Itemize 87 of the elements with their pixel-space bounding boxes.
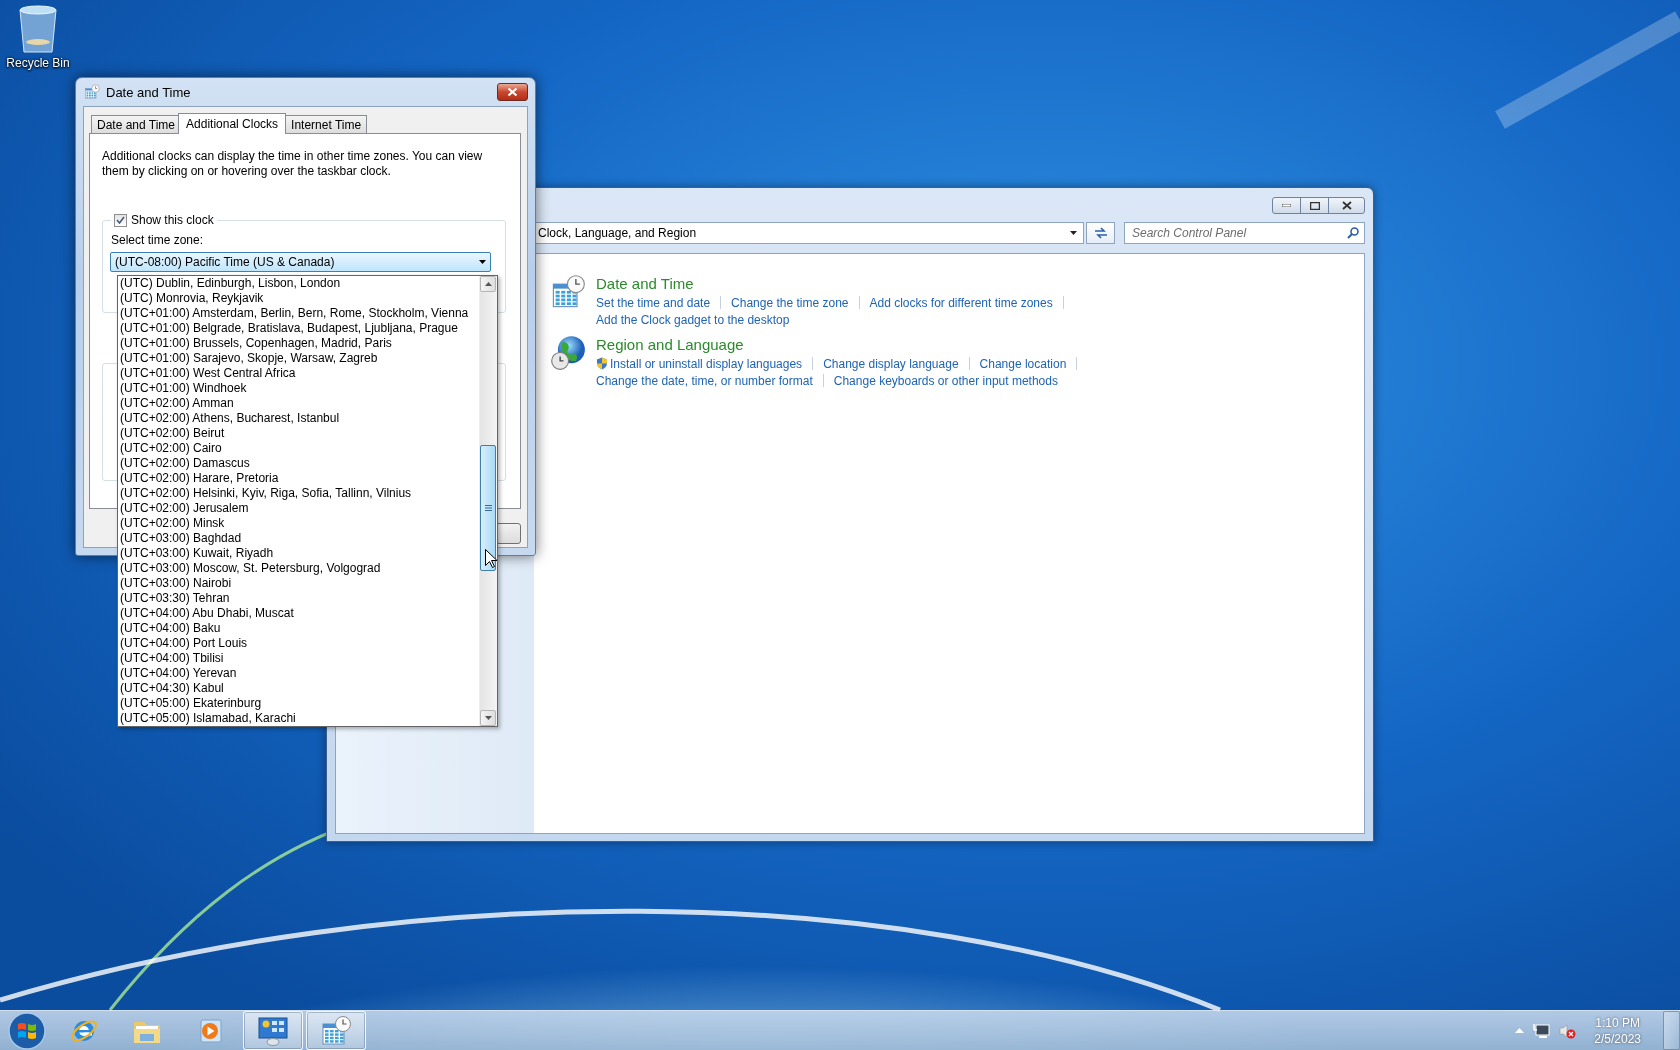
address-bar[interactable]: Clock, Language, and Region xyxy=(535,222,1084,244)
desktop-icon-label[interactable]: Recycle Bin xyxy=(6,56,70,70)
list-item[interactable]: (UTC+04:00) Port Louis xyxy=(120,636,479,651)
tab[interactable]: Internet Time xyxy=(285,115,368,133)
refresh-icon xyxy=(1093,227,1108,239)
network-icon[interactable] xyxy=(1532,1022,1551,1039)
list-item[interactable]: (UTC+01:00) Sarajevo, Skopje, Warsaw, Zagreb xyxy=(120,351,479,366)
up-arrow-icon xyxy=(484,282,492,286)
list-item[interactable]: (UTC+01:00) Amsterdam, Berlin, Bern, Rome, Stockholm, Vienna xyxy=(120,306,479,321)
list-item[interactable]: (UTC+01:00) Brussels, Copenhagen, Madrid, Paris xyxy=(120,336,479,351)
calendar-clock-icon xyxy=(320,1014,352,1047)
field-label: Select time zone: xyxy=(111,233,204,247)
list-item[interactable]: (UTC+01:00) West Central Africa xyxy=(120,366,479,381)
taskbar-button[interactable] xyxy=(306,1011,366,1050)
list-item[interactable]: (UTC+03:00) Moscow, St. Petersburg, Volgograd xyxy=(120,561,479,576)
category-heading-link[interactable]: Region and Language xyxy=(596,335,744,355)
trash-bin-icon[interactable] xyxy=(16,4,60,54)
list-item[interactable]: (UTC+02:00) Cairo xyxy=(120,441,479,456)
list-item[interactable]: (UTC+02:00) Jerusalem xyxy=(120,501,479,516)
down-arrow-icon xyxy=(484,716,492,720)
description-text: Additional clocks can display the time in other time zones. You can view them by clicking on or hovering over the taskbar clock. xyxy=(102,149,484,179)
grip-icon xyxy=(484,505,492,511)
link[interactable]: Change display language xyxy=(823,356,959,371)
category-heading-link[interactable]: Date and Time xyxy=(596,274,694,294)
list-item[interactable]: (UTC+02:00) Harare, Pretoria xyxy=(120,471,479,486)
list-item[interactable]: (UTC+04:00) Baku xyxy=(120,621,479,636)
list-item[interactable]: (UTC+03:30) Tehran xyxy=(120,591,479,606)
list-item[interactable]: (UTC+05:00) Ekaterinburg xyxy=(120,696,479,711)
list-item[interactable]: (UTC+02:00) Damascus xyxy=(120,456,479,471)
monitor-icon xyxy=(257,1015,289,1046)
list-item[interactable]: (UTC+03:00) Baghdad xyxy=(120,531,479,546)
checkbox[interactable] xyxy=(114,213,127,227)
windows-logo-icon xyxy=(8,1011,46,1050)
link[interactable]: Change the time zone xyxy=(731,295,849,310)
scroll-down-button[interactable] xyxy=(480,710,496,726)
check-icon xyxy=(116,216,125,224)
tab[interactable]: Additional Clocks xyxy=(178,113,287,134)
mouse-cursor-icon xyxy=(485,549,497,568)
link[interactable]: Add clocks for different time zones xyxy=(869,295,1053,310)
minimize-button[interactable] xyxy=(1272,197,1301,214)
list-item[interactable]: (UTC+01:00) Windhoek xyxy=(120,381,479,396)
taskbar-button[interactable] xyxy=(243,1011,303,1050)
list-item[interactable]: (UTC+01:00) Belgrade, Bratislava, Budapest, Ljubljana, Prague xyxy=(120,321,479,336)
list-item[interactable]: (UTC+04:30) Kabul xyxy=(120,681,479,696)
list-item[interactable]: (UTC) Monrovia, Reykjavik xyxy=(120,291,479,306)
list-item[interactable]: (UTC+03:00) Kuwait, Riyadh xyxy=(120,546,479,561)
checkbox-label[interactable]: Show this clock xyxy=(131,213,214,227)
maximize-icon xyxy=(1309,201,1320,210)
list-item[interactable]: (UTC+04:00) Abu Dhabi, Muscat xyxy=(120,606,479,621)
list-item[interactable]: (UTC+02:00) Amman xyxy=(120,396,479,411)
list-item[interactable]: (UTC+02:00) Minsk xyxy=(120,516,479,531)
time-zone-dropdown[interactable]: (UTC-08:00) Pacific Time (US & Canada) xyxy=(110,252,491,272)
scrollbar[interactable] xyxy=(479,276,497,726)
list-item[interactable]: (UTC+03:00) Nairobi xyxy=(120,576,479,591)
close-icon xyxy=(1341,201,1352,210)
link[interactable]: Change the date, time, or number format xyxy=(596,373,813,388)
search-icon xyxy=(1347,227,1359,239)
scroll-up-button[interactable] xyxy=(480,276,496,292)
link[interactable]: Change location xyxy=(979,356,1067,371)
list-item[interactable]: (UTC+04:00) Yerevan xyxy=(120,666,479,681)
caret-icon xyxy=(479,260,486,264)
close-icon xyxy=(507,87,518,97)
close-button[interactable] xyxy=(1328,197,1365,214)
globe-clock-icon xyxy=(550,335,586,371)
list-item[interactable]: (UTC+02:00) Helsinki, Kyiv, Riga, Sofia, Tallinn, Vilnius xyxy=(120,486,479,501)
list-item[interactable]: (UTC+02:00) Beirut xyxy=(120,426,479,441)
search-field[interactable]: Search Control Panel xyxy=(1124,222,1365,244)
refresh-button[interactable] xyxy=(1086,222,1115,244)
link[interactable]: Change keyboards or other input methods xyxy=(833,373,1058,388)
time-zone-dropdown-menu[interactable] xyxy=(117,275,498,727)
close-button[interactable] xyxy=(497,83,528,101)
scrollbar-thumb[interactable] xyxy=(480,445,496,571)
shield-icon xyxy=(596,357,608,370)
list-item[interactable]: (UTC+05:00) Islamabad, Karachi xyxy=(120,711,479,726)
window-title: Date and Time xyxy=(106,84,192,100)
caret-icon xyxy=(1070,231,1077,235)
calendar-clock-icon xyxy=(84,84,100,100)
calendar-clock-icon xyxy=(550,274,586,310)
list-item[interactable]: (UTC+02:00) Athens, Bucharest, Istanbul xyxy=(120,411,479,426)
link[interactable]: Install or uninstall display languages xyxy=(596,356,803,371)
list-item[interactable]: (UTC) Dublin, Edinburgh, Lisbon, London xyxy=(120,276,479,291)
minimize-icon xyxy=(1282,204,1291,207)
link[interactable]: Add the Clock gadget to the desktop xyxy=(596,312,790,327)
maximize-button[interactable] xyxy=(1300,197,1329,214)
speaker-muted-icon[interactable] xyxy=(1558,1022,1577,1039)
link[interactable]: Set the time and date xyxy=(596,295,711,310)
list-item[interactable]: (UTC+04:00) Tbilisi xyxy=(120,651,479,666)
